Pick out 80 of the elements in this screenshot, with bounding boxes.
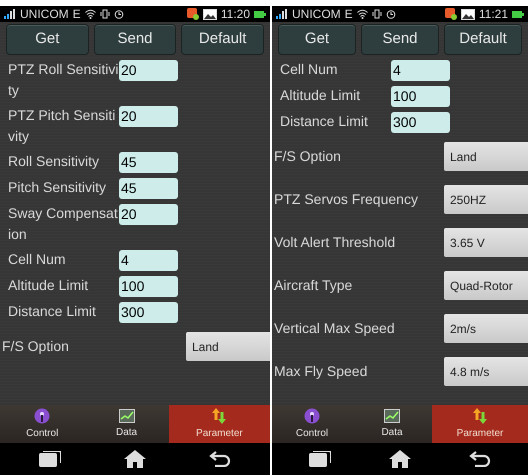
- parameter-label: F/S Option: [274, 147, 342, 166]
- vibrate-icon: [100, 9, 110, 19]
- parameter-label: Vertical Max Speed: [274, 319, 396, 338]
- bottom-tab[interactable]: Parameter: [168, 405, 270, 443]
- image-icon: [202, 8, 217, 20]
- clock-time: 11:20: [220, 6, 250, 23]
- toolbar-button[interactable]: Default: [181, 24, 264, 55]
- input-field[interactable]: 45: [119, 152, 178, 173]
- input-field[interactable]: 300: [119, 302, 178, 323]
- parameter-label: Distance Limit: [8, 302, 97, 321]
- home-icon[interactable]: [389, 450, 411, 468]
- recent-apps-icon[interactable]: [39, 451, 62, 467]
- parameter-label: F/S Option: [2, 337, 70, 356]
- parameter-label: Roll Sensitivity: [8, 152, 100, 171]
- parameter-label: Sway Compensation: [8, 204, 119, 244]
- dropdown-field[interactable]: 250HZ: [444, 185, 528, 214]
- parameter-label: Altitude Limit: [8, 276, 90, 295]
- input-field[interactable]: 4: [119, 250, 178, 271]
- parameter-label: Aircraft Type: [274, 276, 354, 295]
- image-icon: [460, 8, 475, 20]
- bottom-tab[interactable]: Data: [352, 405, 432, 443]
- antenna-icon: [34, 408, 50, 424]
- input-field[interactable]: 100: [391, 86, 450, 107]
- toolbar-button[interactable]: Get: [278, 24, 356, 55]
- parameter-label: Cell Num: [8, 250, 67, 269]
- input-field[interactable]: 45: [119, 178, 178, 199]
- dropdown-field[interactable]: Quad-Rotor: [444, 271, 528, 300]
- chart-icon: [118, 408, 135, 422]
- parameter-label: PTZ Roll Sensitivity: [8, 60, 119, 100]
- recent-apps-icon[interactable]: [309, 451, 331, 467]
- bottom-tab[interactable]: Control: [272, 405, 352, 443]
- alarm-icon: [386, 9, 396, 19]
- signal-icon: [4, 9, 16, 19]
- dropdown-field[interactable]: Land: [186, 332, 270, 361]
- input-field[interactable]: 20: [119, 106, 178, 127]
- battery-icon: [512, 10, 524, 18]
- antenna-icon: [304, 408, 320, 424]
- toolbar-button[interactable]: Default: [444, 24, 522, 55]
- input-field[interactable]: 20: [119, 60, 178, 81]
- up-down-arrows-icon: [212, 408, 226, 424]
- toolbar-button[interactable]: Send: [361, 24, 439, 55]
- back-icon[interactable]: [208, 451, 231, 467]
- parameter-label: Volt Alert Threshold: [274, 233, 396, 252]
- dropdown-field[interactable]: 2m/s: [444, 314, 528, 343]
- parameter-label: PTZ Servos Frequency: [274, 190, 419, 209]
- vibrate-icon: [372, 9, 382, 19]
- parameter-label: Max Fly Speed: [274, 362, 368, 381]
- parameter-label: Cell Num: [280, 60, 339, 79]
- dropdown-field[interactable]: 3.65 V: [444, 228, 528, 257]
- dropdown-field[interactable]: 4.8 m/s: [444, 357, 528, 386]
- carrier-name: UNICOM: [292, 6, 341, 23]
- parameter-label: Altitude Limit: [280, 86, 362, 105]
- input-field[interactable]: 20: [119, 204, 178, 225]
- input-field[interactable]: 300: [391, 112, 450, 133]
- input-field[interactable]: 4: [391, 60, 450, 81]
- alarm-icon: [114, 9, 124, 19]
- back-icon[interactable]: [469, 451, 491, 467]
- home-icon[interactable]: [124, 450, 146, 468]
- wifi-icon: [84, 9, 96, 19]
- clock-time: 11:21: [478, 6, 508, 23]
- network-type: E: [72, 6, 81, 23]
- carrier-name: UNICOM: [20, 6, 69, 23]
- input-field[interactable]: 100: [119, 276, 178, 297]
- bottom-tab[interactable]: Data: [84, 405, 169, 443]
- toolbar-button[interactable]: Get: [6, 24, 89, 55]
- up-down-arrows-icon: [473, 408, 487, 424]
- parameter-label: PTZ Pitch Sensitivity: [8, 106, 116, 146]
- battery-icon: [254, 10, 266, 18]
- chart-icon: [384, 408, 400, 422]
- bottom-tab[interactable]: Control: [0, 405, 84, 443]
- bottom-tab[interactable]: Parameter: [432, 405, 528, 443]
- app-notification-icon: [186, 8, 199, 20]
- signal-icon: [276, 9, 288, 19]
- dropdown-field[interactable]: Land: [444, 142, 528, 171]
- app-notification-icon: [444, 8, 457, 20]
- parameter-label: Distance Limit: [280, 112, 369, 131]
- wifi-icon: [356, 9, 368, 19]
- toolbar-button[interactable]: Send: [94, 24, 176, 55]
- network-type: E: [344, 6, 353, 23]
- parameter-label: Pitch Sensitivity: [8, 178, 108, 197]
